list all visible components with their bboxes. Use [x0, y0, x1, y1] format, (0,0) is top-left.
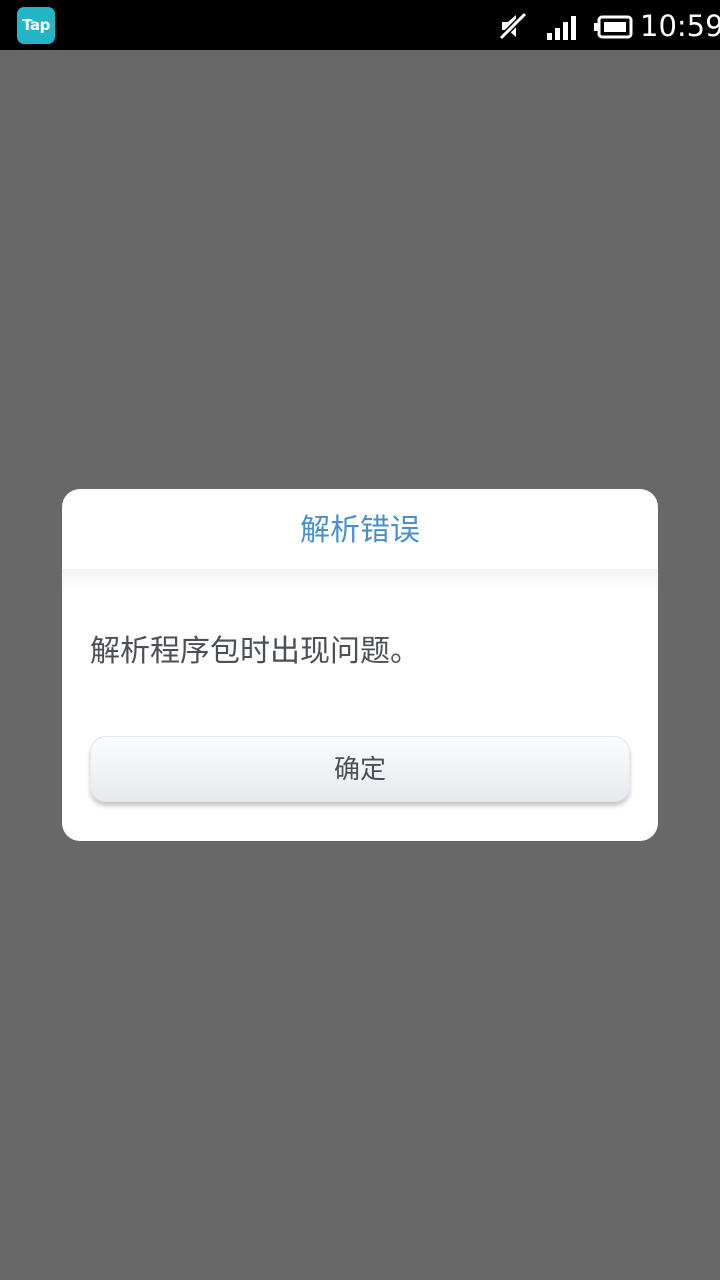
parse-error-dialog: 解析错误 解析程序包时出现问题。 确定 [62, 489, 658, 841]
signal-icon [547, 16, 576, 40]
ok-button[interactable]: 确定 [90, 736, 630, 802]
tap-app-icon: Tap [17, 7, 55, 44]
title-divider [62, 569, 658, 591]
mute-icon [498, 12, 528, 40]
status-bar: Tap 10:59 [0, 0, 720, 50]
status-clock: 10:59 [640, 9, 720, 43]
battery-icon [594, 15, 633, 39]
dialog-message: 解析程序包时出现问题。 [90, 634, 420, 669]
dialog-title: 解析错误 [300, 513, 420, 548]
